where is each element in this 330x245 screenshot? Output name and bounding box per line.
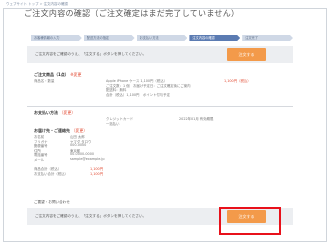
step-confirm: 注文内容の確認 — [189, 35, 240, 41]
delivery-row-value: sample@example.jp — [70, 156, 105, 161]
payment-row: 一括払い — [34, 121, 294, 126]
delivery-section: お届け先・ご連絡先 （変更） お名前 山田 太郎 フリガナ ヤマダ タロウ 郵便… — [34, 128, 294, 162]
order-items-section: ご注文商品（1点） ※変更 商品名・数量 Apple iPhone ケース 1,… — [34, 72, 294, 97]
section-divider — [27, 106, 293, 107]
breadcrumb-current: 注文内容の確認 — [43, 2, 69, 6]
step-customer-info: お客様情報の入力 — [31, 35, 82, 41]
delivery-row-value: 000-0000 — [70, 143, 87, 148]
delivery-change-link[interactable]: （変更） — [71, 128, 87, 133]
step-complete: 注文完了 — [242, 35, 293, 41]
payment-section: お支払い方法 （変更） クレジットカード 2022年01月 有効期限 一括払い — [34, 110, 294, 126]
place-order-button-top[interactable]: 注文する — [227, 48, 266, 61]
breadcrumb-separator: > — [39, 2, 43, 6]
memo-title: ご要望・お問い合わせ — [34, 200, 70, 204]
delivery-row: メール sample@example.jp — [34, 157, 294, 162]
payment-title: お支払い方法 — [34, 110, 58, 115]
order-items-title: ご注文商品（1点） — [34, 72, 69, 77]
totals-section: 商品合計（税込） 1,100円 お支払い合計（税込） 1,100円 — [34, 166, 294, 176]
checkout-steps: お客様情報の入力 配送方法の指定 お支払い方法 注文内容の確認 注文完了 — [31, 35, 293, 41]
top-order-instruction: ご注文内容をご確認のうえ、「注文する」ボタンを押してください。 — [35, 52, 147, 56]
breadcrumb: ウェブサイト トップ>注文内容の確認 — [6, 2, 68, 7]
order-row-value: 合計（税込）1,100円 ポイント付与予定 — [106, 92, 170, 97]
memo-section: ご要望・お問い合わせ — [34, 200, 294, 205]
breadcrumb-home-link[interactable]: ウェブサイト トップ — [6, 2, 39, 6]
payment-change-link[interactable]: （変更） — [59, 110, 75, 115]
step-delivery: 配送方法の指定 — [84, 35, 135, 41]
total-row: お支払い合計（税込） 1,100円 — [34, 171, 294, 176]
payment-row-value: 一括払い — [106, 121, 120, 126]
delivery-row-value: 00-0000-0000 — [70, 152, 95, 157]
order-items-change-link[interactable]: ※変更 — [70, 72, 81, 77]
highlight-box — [219, 207, 281, 235]
delivery-row-label: メール — [34, 157, 45, 162]
top-order-bar: ご注文内容をご確認のうえ、「注文する」ボタンを押してください。 注文する — [27, 46, 293, 63]
total-row-value: 1,100円 — [90, 171, 104, 176]
bottom-order-instruction: ご注文内容をご確認のうえ、「注文する」ボタンを押してください。 — [35, 214, 147, 218]
delivery-title: お届け先・ご連絡先 — [34, 128, 70, 133]
page-title: ご注文内容の確認（ご注文確定はまだ完了していません） — [24, 9, 240, 18]
total-row-label: お支払い合計（税込） — [34, 171, 68, 176]
step-payment: お支払い方法 — [137, 35, 188, 41]
order-row: 合計（税込）1,100円 ポイント付与予定 — [34, 92, 294, 97]
